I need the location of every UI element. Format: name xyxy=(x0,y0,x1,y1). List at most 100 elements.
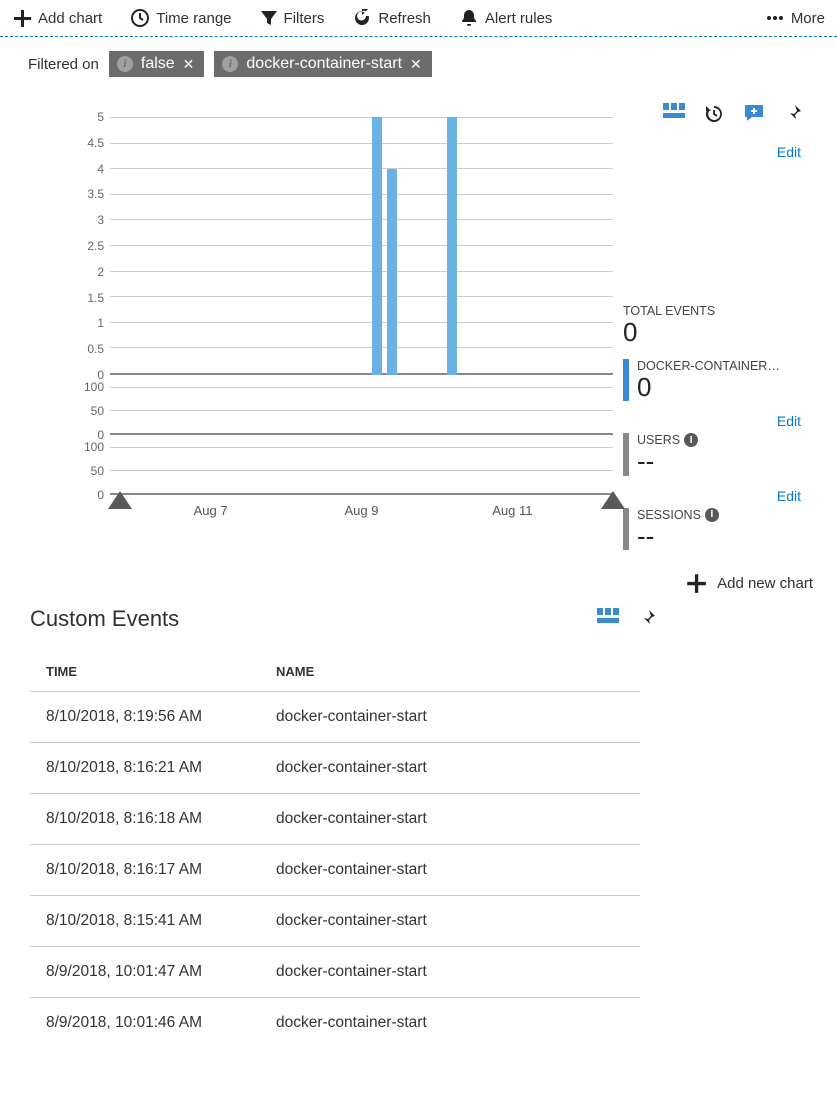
table-row[interactable]: 8/10/2018, 8:16:21 AMdocker-container-st… xyxy=(30,743,640,794)
cell-time: 8/10/2018, 8:15:41 AM xyxy=(30,896,260,947)
filter-bar: Filtered on i false ✕ i docker-container… xyxy=(0,37,837,87)
table-row[interactable]: 8/9/2018, 10:01:47 AMdocker-container-st… xyxy=(30,947,640,998)
metric-total-events: TOTAL EVENTS 0 xyxy=(623,304,813,347)
table-row[interactable]: 8/9/2018, 10:01:46 AMdocker-container-st… xyxy=(30,998,640,1049)
y-tick: 4.5 xyxy=(87,136,104,150)
sessions-chart: 0 50 100 xyxy=(34,447,613,495)
metric-users: USERS i -- xyxy=(623,433,813,476)
alert-rules-button[interactable]: Alert rules xyxy=(459,8,553,28)
chart-section: 0 0.5 1 1.5 2 2.5 3 3.5 4 4.5 5 xyxy=(0,87,837,562)
history-icon[interactable] xyxy=(703,103,725,128)
table-row[interactable]: 8/10/2018, 8:19:56 AMdocker-container-st… xyxy=(30,692,640,743)
filter-chip-text: docker-container-start xyxy=(246,55,402,73)
grid-view-icon[interactable] xyxy=(663,103,685,128)
close-icon[interactable]: ✕ xyxy=(410,56,422,73)
range-handle-right[interactable] xyxy=(601,491,625,509)
refresh-button[interactable]: Refresh xyxy=(352,8,431,28)
filters-button[interactable]: Filters xyxy=(260,9,325,27)
cell-name: docker-container-start xyxy=(260,947,640,998)
pin-icon[interactable] xyxy=(637,608,657,631)
edit-link[interactable]: Edit xyxy=(623,144,813,160)
col-header-name[interactable]: NAME xyxy=(260,652,640,692)
add-new-chart-label: Add new chart xyxy=(717,575,813,592)
cell-name: docker-container-start xyxy=(260,743,640,794)
close-icon[interactable]: ✕ xyxy=(183,56,195,73)
refresh-label: Refresh xyxy=(378,10,431,27)
table-row[interactable]: 8/10/2018, 8:16:18 AMdocker-container-st… xyxy=(30,794,640,845)
edit-link[interactable]: Edit xyxy=(623,413,813,429)
chart-left: 0 0.5 1 1.5 2 2.5 3 3.5 4 4.5 5 xyxy=(24,97,613,562)
cell-time: 8/10/2018, 8:16:21 AM xyxy=(30,743,260,794)
events-title: Custom Events xyxy=(30,606,597,632)
chart-tools xyxy=(623,97,813,144)
metric-stripe xyxy=(623,359,629,402)
metric-stripe xyxy=(623,433,629,476)
table-row[interactable]: 8/10/2018, 8:15:41 AMdocker-container-st… xyxy=(30,896,640,947)
info-icon: i xyxy=(117,56,133,72)
bar[interactable] xyxy=(447,117,457,375)
cell-name: docker-container-start xyxy=(260,998,640,1049)
plus-icon xyxy=(12,8,32,28)
y-tick: 3 xyxy=(97,213,104,227)
metric-sessions: SESSIONS i -- xyxy=(623,508,813,551)
clock-icon xyxy=(130,8,150,28)
comment-add-icon[interactable] xyxy=(743,103,765,128)
more-button[interactable]: More xyxy=(765,8,825,28)
grid-view-icon[interactable] xyxy=(597,608,619,631)
plus-icon xyxy=(685,572,707,594)
y-tick: 1 xyxy=(97,316,104,330)
filter-label: Filtered on xyxy=(28,56,99,73)
time-range-label: Time range xyxy=(156,10,231,27)
time-range-button[interactable]: Time range xyxy=(130,8,231,28)
cell-time: 8/9/2018, 10:01:46 AM xyxy=(30,998,260,1049)
cell-name: docker-container-start xyxy=(260,692,640,743)
filter-chip[interactable]: i docker-container-start ✕ xyxy=(214,51,431,77)
metric-label: TOTAL EVENTS xyxy=(623,304,813,318)
x-axis: Aug 7 Aug 9 Aug 11 xyxy=(34,495,613,525)
metric-label: SESSIONS i xyxy=(637,508,719,522)
filters-label: Filters xyxy=(284,10,325,27)
filter-chip-text: false xyxy=(141,55,175,73)
metric-stripe xyxy=(623,508,629,551)
filter-chip[interactable]: i false ✕ xyxy=(109,51,205,77)
y-tick: 5 xyxy=(97,110,104,124)
pin-icon[interactable] xyxy=(783,103,803,128)
info-icon[interactable]: i xyxy=(684,433,698,447)
y-tick: 2.5 xyxy=(87,239,104,253)
metric-value: 0 xyxy=(623,318,813,347)
cell-time: 8/10/2018, 8:16:18 AM xyxy=(30,794,260,845)
filter-icon xyxy=(260,9,278,27)
metric-label: DOCKER-CONTAINER… xyxy=(637,359,780,373)
y-tick: 0.5 xyxy=(87,342,104,356)
bar[interactable] xyxy=(372,117,382,375)
alert-rules-label: Alert rules xyxy=(485,10,553,27)
y-tick: 50 xyxy=(91,404,104,418)
add-chart-label: Add chart xyxy=(38,10,102,27)
cell-name: docker-container-start xyxy=(260,794,640,845)
cell-time: 8/9/2018, 10:01:47 AM xyxy=(30,947,260,998)
dots-icon xyxy=(765,8,785,28)
col-header-time[interactable]: TIME xyxy=(30,652,260,692)
top-toolbar: Add chart Time range Filters Refresh Ale… xyxy=(0,0,837,37)
chart-bars xyxy=(110,117,613,375)
users-chart: 0 50 100 xyxy=(34,387,613,435)
table-row[interactable]: 8/10/2018, 8:16:17 AMdocker-container-st… xyxy=(30,845,640,896)
y-tick: 2 xyxy=(97,265,104,279)
y-tick: 3.5 xyxy=(87,187,104,201)
x-tick: Aug 11 xyxy=(492,503,532,518)
y-tick: 100 xyxy=(84,440,104,454)
metric-value: -- xyxy=(637,522,719,551)
add-chart-button[interactable]: Add chart xyxy=(12,8,102,28)
bar[interactable] xyxy=(387,169,397,375)
y-tick: 1.5 xyxy=(87,291,104,305)
metric-label: USERS i xyxy=(637,433,698,447)
edit-link[interactable]: Edit xyxy=(623,488,813,504)
cell-time: 8/10/2018, 8:16:17 AM xyxy=(30,845,260,896)
cell-time: 8/10/2018, 8:19:56 AM xyxy=(30,692,260,743)
y-tick: 50 xyxy=(91,464,104,478)
add-new-chart-button[interactable]: Add new chart xyxy=(0,562,837,594)
info-icon[interactable]: i xyxy=(705,508,719,522)
bell-icon xyxy=(459,8,479,28)
range-handle-left[interactable] xyxy=(108,491,132,509)
y-tick: 4 xyxy=(97,162,104,176)
